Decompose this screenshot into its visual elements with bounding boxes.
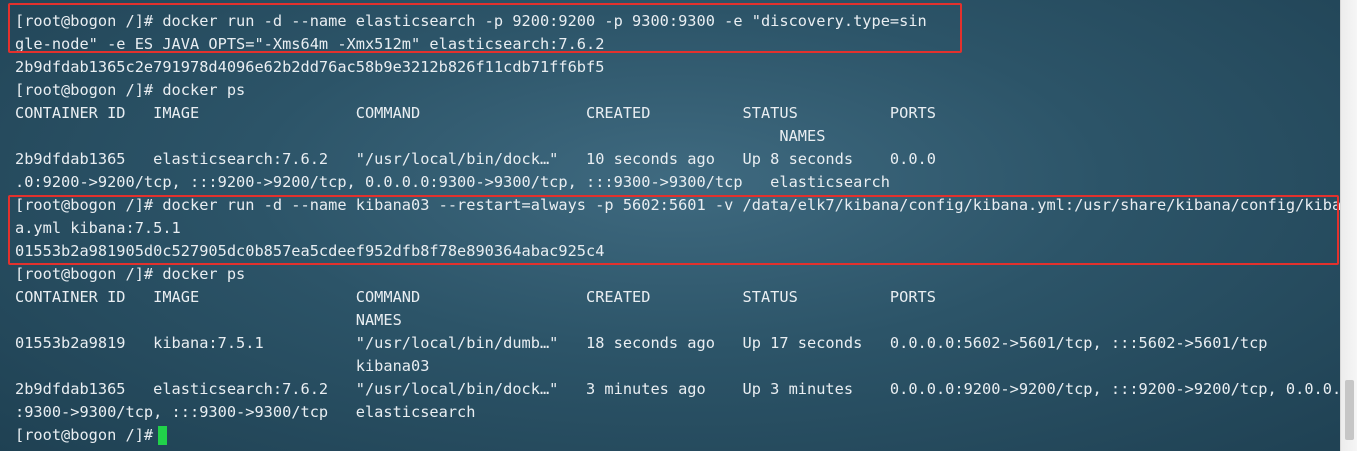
terminal-prompt: [root@bogon /]#	[15, 426, 163, 444]
vertical-scrollbar[interactable]	[1340, 0, 1357, 451]
terminal-line: 2b9dfdab1365c2e791978d4096e62b2dd76ac58b…	[15, 58, 605, 76]
terminal-line: CONTAINER ID IMAGE COMMAND CREATED STATU…	[15, 104, 936, 122]
terminal-line: kibana03	[15, 357, 430, 375]
terminal-line: 2b9dfdab1365 elasticsearch:7.6.2 "/usr/l…	[15, 380, 1351, 398]
highlight-box-elasticsearch-command	[8, 3, 962, 53]
terminal-line: :9300->9300/tcp, :::9300->9300/tcp elast…	[15, 403, 476, 421]
terminal-line: [root@bogon /]# docker ps	[15, 265, 246, 283]
terminal-line: NAMES	[15, 127, 826, 145]
terminal-line: .0:9200->9200/tcp, :::9200->9200/tcp, 0.…	[15, 173, 890, 191]
terminal-line: [root@bogon /]# docker ps	[15, 81, 246, 99]
terminal-cursor	[158, 426, 167, 445]
terminal-line: 01553b2a9819 kibana:7.5.1 "/usr/local/bi…	[15, 334, 1268, 352]
scrollbar-thumb[interactable]	[1345, 380, 1354, 440]
terminal-window[interactable]: [root@bogon /]# docker run -d --name ela…	[0, 0, 1350, 451]
highlight-box-kibana-command	[8, 195, 1339, 265]
terminal-line: 2b9dfdab1365 elasticsearch:7.6.2 "/usr/l…	[15, 150, 936, 168]
terminal-line: NAMES	[15, 311, 402, 329]
terminal-line: CONTAINER ID IMAGE COMMAND CREATED STATU…	[15, 288, 936, 306]
